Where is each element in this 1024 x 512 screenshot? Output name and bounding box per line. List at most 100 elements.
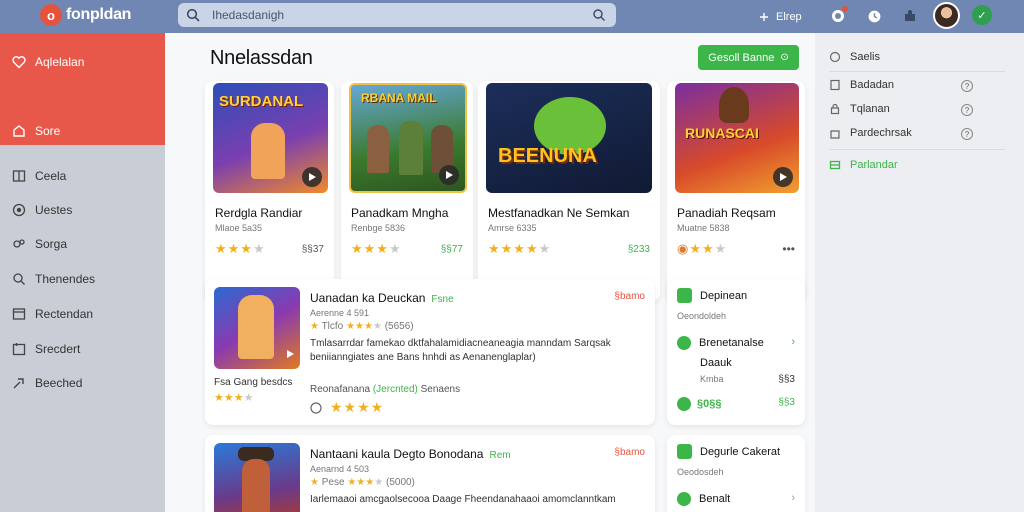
- game-card[interactable]: SURDANAL Rerdgla Randiar Mlaoe 5a35 ★★★★…: [205, 81, 334, 301]
- chevron-right-icon[interactable]: ›: [791, 336, 795, 348]
- sidebar-item-social[interactable]: Sorga: [12, 237, 67, 251]
- clock-icon: [868, 10, 880, 22]
- game-price: §§37: [301, 243, 324, 255]
- search-bar[interactable]: [178, 3, 616, 27]
- list-price: §bamo: [614, 447, 645, 458]
- star-rating: ★★★★: [351, 241, 402, 256]
- side-card-row[interactable]: Benalt: [677, 492, 730, 506]
- sidebar-item-label: Thenendes: [35, 272, 96, 286]
- primary-action-button[interactable]: Gesoll Banne ⊙: [698, 45, 799, 70]
- search-icon: [186, 8, 200, 22]
- status-check-icon[interactable]: ✓: [972, 5, 992, 25]
- history-button[interactable]: [863, 5, 885, 27]
- sidebar-item-label: Srecdert: [35, 342, 81, 356]
- library-button[interactable]: [899, 5, 921, 27]
- game-card[interactable]: RBANA MAIL Panadkam Mngha Renbge 5836 ★★…: [341, 81, 473, 301]
- app-logo[interactable]: o fonpldan: [40, 4, 131, 26]
- right-panel-item-active[interactable]: Parlandar: [829, 159, 898, 171]
- thumbnail-caption: Fsa Gang besdcs: [214, 377, 293, 388]
- character-figure: [251, 123, 285, 179]
- game-subtitle: Muatne 5838: [677, 223, 730, 233]
- avatar[interactable]: [933, 2, 960, 29]
- list-rating: ★ Pese ★★★★ (5000): [310, 477, 415, 488]
- top-nav-link[interactable]: Elrep: [758, 0, 802, 33]
- sidebar-item-trending[interactable]: Thenendes: [12, 272, 95, 286]
- play-icon[interactable]: [773, 167, 793, 187]
- help-icon[interactable]: ?: [961, 128, 973, 140]
- sidebar-item-scheduled[interactable]: Srecdert: [12, 342, 80, 356]
- home-icon: [13, 125, 25, 137]
- side-card-footer: §0§§: [677, 397, 721, 411]
- side-card-value-title: Daauk: [700, 357, 732, 369]
- sidebar-item-recent[interactable]: Rectendan: [12, 307, 93, 321]
- check-square-icon: [677, 288, 692, 303]
- game-cover-image: BEENUNA: [486, 83, 652, 193]
- play-icon[interactable]: [302, 167, 322, 187]
- puzzle-icon: [905, 10, 915, 21]
- notification-dot: [842, 6, 848, 12]
- right-panel-item[interactable]: Tqlanan: [829, 103, 890, 115]
- sidebar-item-store[interactable]: Sore: [12, 124, 60, 138]
- list-tag: Fsne: [431, 294, 454, 305]
- character-figure: [399, 121, 423, 175]
- game-subtitle: Amrse 6335: [488, 223, 537, 233]
- rating-count: (5000): [385, 477, 415, 488]
- game-card[interactable]: BEENUNA Mestfanadkan Ne Semkan Amrse 633…: [478, 81, 660, 301]
- sidebar-item-shared[interactable]: Beeched: [12, 376, 82, 390]
- rating-label: Tlcfo: [321, 321, 344, 332]
- list-title: Nantaani kaula Degto Bonodana Rem: [310, 447, 511, 461]
- arrow-circle-icon: ⊙: [780, 52, 789, 63]
- star-rating: ◉★★★: [677, 241, 728, 256]
- game-card[interactable]: RUNASCAI Panadiah Reqsam Muatne 5838 ◉★★…: [667, 81, 805, 301]
- side-panel-card[interactable]: Degurle Cakerat Oeodosdeh Benalt ›: [667, 435, 805, 512]
- game-title: Mestfanadkan Ne Semkan: [488, 206, 630, 220]
- list-title: Uanadan ka Deuckan Fsne: [310, 291, 454, 305]
- list-price: §bamo: [614, 291, 645, 302]
- sidebar-item-games[interactable]: Ceela: [12, 169, 66, 183]
- info-icon[interactable]: [310, 401, 322, 414]
- side-card-row[interactable]: Brenetanalse: [677, 336, 764, 350]
- list-footer: Reonafanana (Jercnted) Senaens: [310, 384, 460, 395]
- check-square-icon: [677, 444, 692, 459]
- primary-button-label: Gesoll Banne: [708, 51, 775, 64]
- play-icon[interactable]: [286, 345, 294, 363]
- list-thumbnail: [214, 287, 300, 369]
- character-figure: [242, 459, 270, 512]
- footer-note: Senaens: [420, 384, 461, 395]
- check-circle-icon: [677, 336, 691, 350]
- list-item[interactable]: Nantaani kaula Degto Bonodana Rem §bamo A…: [205, 435, 655, 512]
- footer-status: (Jercnted): [372, 384, 418, 395]
- sidebar-item-favorites[interactable]: Aqlelalan: [12, 55, 84, 69]
- more-options-icon[interactable]: •••: [782, 242, 795, 256]
- play-icon[interactable]: [439, 165, 459, 185]
- voice-search-icon[interactable]: [592, 8, 606, 22]
- page-title: Nnelassdan: [210, 47, 313, 69]
- right-panel-item[interactable]: Badadan: [829, 79, 894, 91]
- sidebar-item-label: Rectendan: [35, 307, 94, 321]
- game-subtitle: Mlaoe 5a35: [215, 223, 263, 233]
- game-subtitle: Renbge 5836: [351, 223, 406, 233]
- right-panel-label: Saelis: [850, 51, 880, 63]
- right-panel-item[interactable]: Saelis: [829, 51, 880, 63]
- star-rating: ★★★★: [214, 392, 254, 404]
- game-cover-image: RUNASCAI: [675, 83, 799, 193]
- footer-rating: ★★★★: [310, 399, 384, 416]
- side-card-value-label: Kmba: [700, 374, 724, 384]
- right-panel-item[interactable]: Pardechrsak: [829, 127, 912, 139]
- lock-icon: [830, 103, 840, 115]
- sidebar: Aqlelalan Sore Ceela Uestes Sorga Thenen…: [0, 33, 165, 512]
- right-panel-label: Tqlanan: [850, 103, 890, 115]
- sidebar-item-updates[interactable]: Uestes: [12, 203, 72, 217]
- list-meta: Aerenne 4 591: [310, 308, 370, 318]
- side-card-title-text: Degurle Cakerat: [700, 445, 781, 458]
- notifications-button[interactable]: [827, 5, 849, 27]
- list-item[interactable]: Uanadan ka Deuckan Fsne §bamo Aerenne 4 5…: [205, 279, 655, 425]
- help-icon[interactable]: ?: [961, 104, 973, 116]
- side-panel-card[interactable]: Depinean Oeondoldeh Brenetanalse › Daauk…: [667, 279, 805, 425]
- game-price: §§77: [440, 243, 463, 255]
- list-title-text: Nantaani kaula Degto Bonodana: [310, 447, 484, 461]
- chevron-right-icon[interactable]: ›: [791, 492, 795, 504]
- game-cover-image: SURDANAL: [213, 83, 328, 193]
- help-icon[interactable]: ?: [961, 80, 973, 92]
- search-input[interactable]: [212, 8, 572, 22]
